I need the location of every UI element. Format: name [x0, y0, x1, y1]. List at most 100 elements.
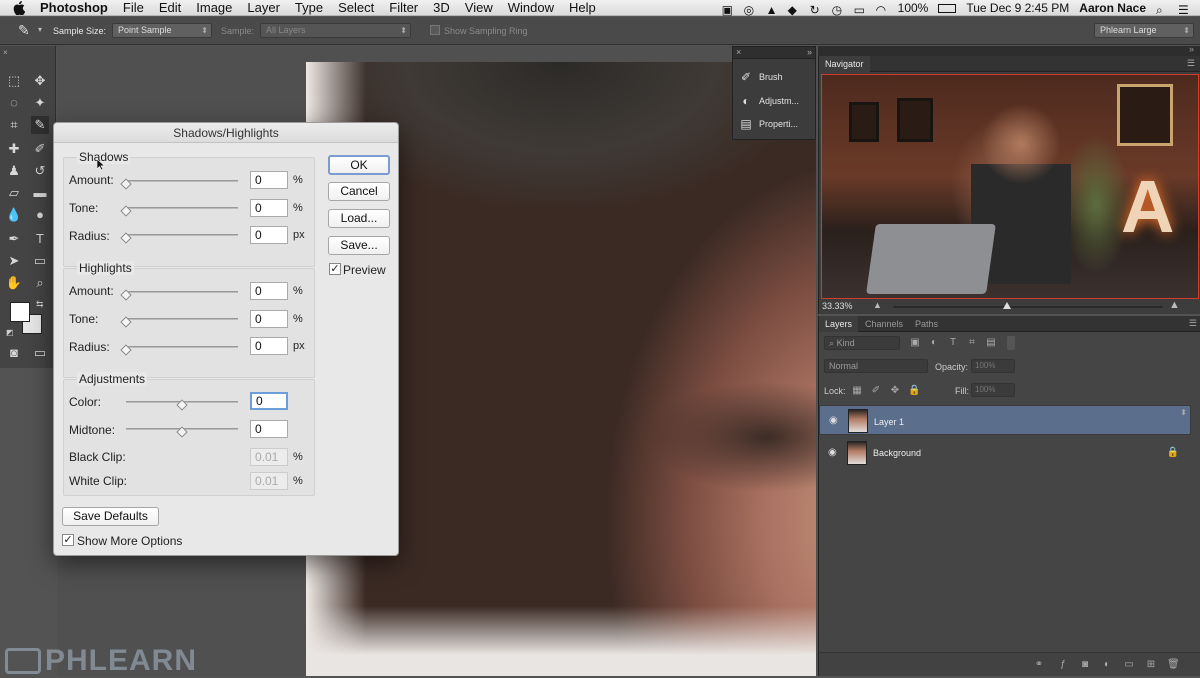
zoom-value[interactable]: 33.33% [822, 301, 853, 311]
apple-icon[interactable] [12, 0, 26, 15]
filter-smart-object-icon[interactable]: ▤ [985, 337, 997, 349]
eyedropper-tool-icon[interactable]: ✎ [31, 116, 49, 134]
quick-mask-icon[interactable]: ◙ [5, 344, 23, 362]
navigator-view-box[interactable] [821, 74, 1199, 299]
close-panel-icon[interactable]: × [3, 48, 8, 57]
sampling-ring-checkbox[interactable] [430, 25, 440, 35]
menu-app-photoshop[interactable]: Photoshop [40, 0, 108, 16]
layer-name[interactable]: Background [873, 448, 921, 458]
menu-filter[interactable]: Filter [389, 0, 418, 16]
black-clip-input[interactable]: 0.01 [250, 448, 288, 466]
white-clip-input[interactable]: 0.01 [250, 472, 288, 490]
tab-channels[interactable]: Channels [859, 316, 909, 332]
tab-navigator[interactable]: Navigator [819, 56, 870, 72]
menu-window[interactable]: Window [508, 0, 554, 16]
layer-row-background[interactable]: ◉ Background 🔒 [819, 438, 1191, 468]
highlights-tone-slider[interactable] [126, 318, 238, 320]
zoom-slider-track[interactable] [893, 306, 1163, 308]
load-button[interactable]: Load... [328, 209, 390, 228]
spotlight-search-icon[interactable]: ⌕ [1156, 3, 1168, 17]
path-selection-tool-icon[interactable]: ➤ [5, 252, 23, 270]
zoom-in-icon[interactable]: ▲ [1169, 299, 1180, 311]
eyedropper-tool-icon[interactable]: ✎ [18, 22, 30, 39]
new-group-icon[interactable]: ▭ [1123, 659, 1135, 671]
pen-tool-icon[interactable]: ✒ [5, 230, 23, 248]
shadows-amount-slider[interactable] [126, 180, 238, 182]
gradient-tool-icon[interactable]: ▬ [31, 184, 49, 202]
history-brush-tool-icon[interactable]: ↺ [31, 162, 49, 180]
panel-menu-icon[interactable]: ☰ [1187, 58, 1195, 69]
filter-adjustment-icon[interactable]: ◐ [928, 337, 940, 349]
tool-preset-chevron-icon[interactable]: ▾ [38, 25, 42, 34]
menu-image[interactable]: Image [196, 0, 232, 16]
sample-size-select[interactable]: Point Sample [112, 23, 212, 38]
save-defaults-button[interactable]: Save Defaults [62, 507, 159, 526]
lock-position-icon[interactable]: ✥ [889, 385, 901, 397]
lock-pixels-icon[interactable]: ✐ [870, 385, 882, 397]
type-tool-icon[interactable]: T [31, 230, 49, 248]
color-input[interactable]: 0 [250, 392, 288, 410]
menu-type[interactable]: Type [295, 0, 323, 16]
magic-wand-tool-icon[interactable]: ✦ [31, 94, 49, 112]
more-options-checkbox[interactable]: ✓ [62, 534, 74, 546]
marquee-tool-icon[interactable]: ⬚ [5, 72, 23, 90]
shadows-tone-slider[interactable] [126, 207, 238, 209]
sync-icon[interactable]: ↻ [810, 3, 822, 17]
zoom-tool-icon[interactable]: ⌕ [31, 274, 49, 292]
foreground-color-swatch[interactable] [10, 302, 30, 322]
dock-item-adjustments[interactable]: ◐ Adjustm... [739, 91, 799, 111]
camera-icon[interactable]: ▣ [722, 3, 734, 17]
highlights-radius-input[interactable]: 0 [250, 337, 288, 355]
bell-icon[interactable]: ▲ [766, 3, 778, 17]
add-mask-icon[interactable]: ◙ [1079, 659, 1091, 671]
screen-mode-icon[interactable]: ▭ [31, 344, 49, 362]
menu-select[interactable]: Select [338, 0, 374, 16]
menu-help[interactable]: Help [569, 0, 596, 16]
midtone-input[interactable]: 0 [250, 420, 288, 438]
shadows-tone-input[interactable]: 0 [250, 199, 288, 217]
navigator-preview[interactable]: A [821, 74, 1199, 299]
expand-dock-icon[interactable]: » [807, 47, 812, 57]
notification-list-icon[interactable]: ☰ [1178, 3, 1190, 17]
layers-menu-icon[interactable]: ☰ [1189, 318, 1197, 329]
dock-item-brush[interactable]: ✐ Brush [739, 67, 783, 87]
new-layer-icon[interactable]: ⊞ [1145, 659, 1157, 671]
menu-layer[interactable]: Layer [247, 0, 280, 16]
layer-row-layer-1[interactable]: ◉ Layer 1 [819, 405, 1191, 435]
battery-icon[interactable] [938, 3, 957, 13]
link-layers-icon[interactable]: ⚭ [1033, 659, 1045, 671]
menu-3d[interactable]: 3D [433, 0, 450, 16]
lasso-tool-icon[interactable]: ◌ [5, 94, 23, 112]
layer-style-icon[interactable]: ƒ [1057, 659, 1069, 671]
highlights-radius-slider[interactable] [126, 346, 238, 348]
dodge-tool-icon[interactable]: ● [31, 206, 49, 224]
workspace-select[interactable]: Phlearn Large [1094, 23, 1194, 38]
wifi-icon[interactable]: ◠ [876, 3, 888, 17]
airplay-icon[interactable]: ▭ [854, 3, 866, 17]
menu-view[interactable]: View [465, 0, 493, 16]
visibility-eye-icon[interactable]: ◉ [829, 416, 839, 426]
creative-cloud-icon[interactable]: ◎ [744, 3, 756, 17]
ok-button[interactable]: OK [328, 155, 390, 175]
clone-stamp-tool-icon[interactable]: ♟ [5, 162, 23, 180]
delete-layer-icon[interactable]: 🗑 [1167, 659, 1180, 671]
collapse-panels-icon[interactable]: » [1189, 44, 1194, 54]
shadows-radius-slider[interactable] [126, 234, 238, 236]
user-name[interactable]: Aaron Nace [1079, 1, 1146, 15]
filter-toggle[interactable] [1007, 336, 1015, 350]
zoom-out-icon[interactable]: ▲ [873, 300, 882, 310]
zoom-slider-thumb[interactable] [1003, 302, 1011, 309]
filter-shape-icon[interactable]: ⌗ [966, 337, 978, 349]
default-colors-icon[interactable]: ◩ [6, 328, 14, 337]
filter-pixel-icon[interactable]: ▣ [909, 337, 921, 349]
new-adjustment-layer-icon[interactable]: ◐ [1101, 659, 1113, 671]
crop-tool-icon[interactable]: ⌗ [5, 116, 23, 134]
datetime[interactable]: Tue Dec 9 2:45 PM [966, 1, 1069, 15]
filter-type-icon[interactable]: T [947, 337, 959, 349]
layer-name[interactable]: Layer 1 [874, 416, 904, 429]
save-button[interactable]: Save... [328, 236, 390, 255]
brush-tool-icon[interactable]: ✐ [31, 140, 49, 158]
move-tool-icon[interactable]: ✥ [31, 72, 49, 90]
eraser-tool-icon[interactable]: ▱ [5, 184, 23, 202]
menu-file[interactable]: File [123, 0, 144, 16]
